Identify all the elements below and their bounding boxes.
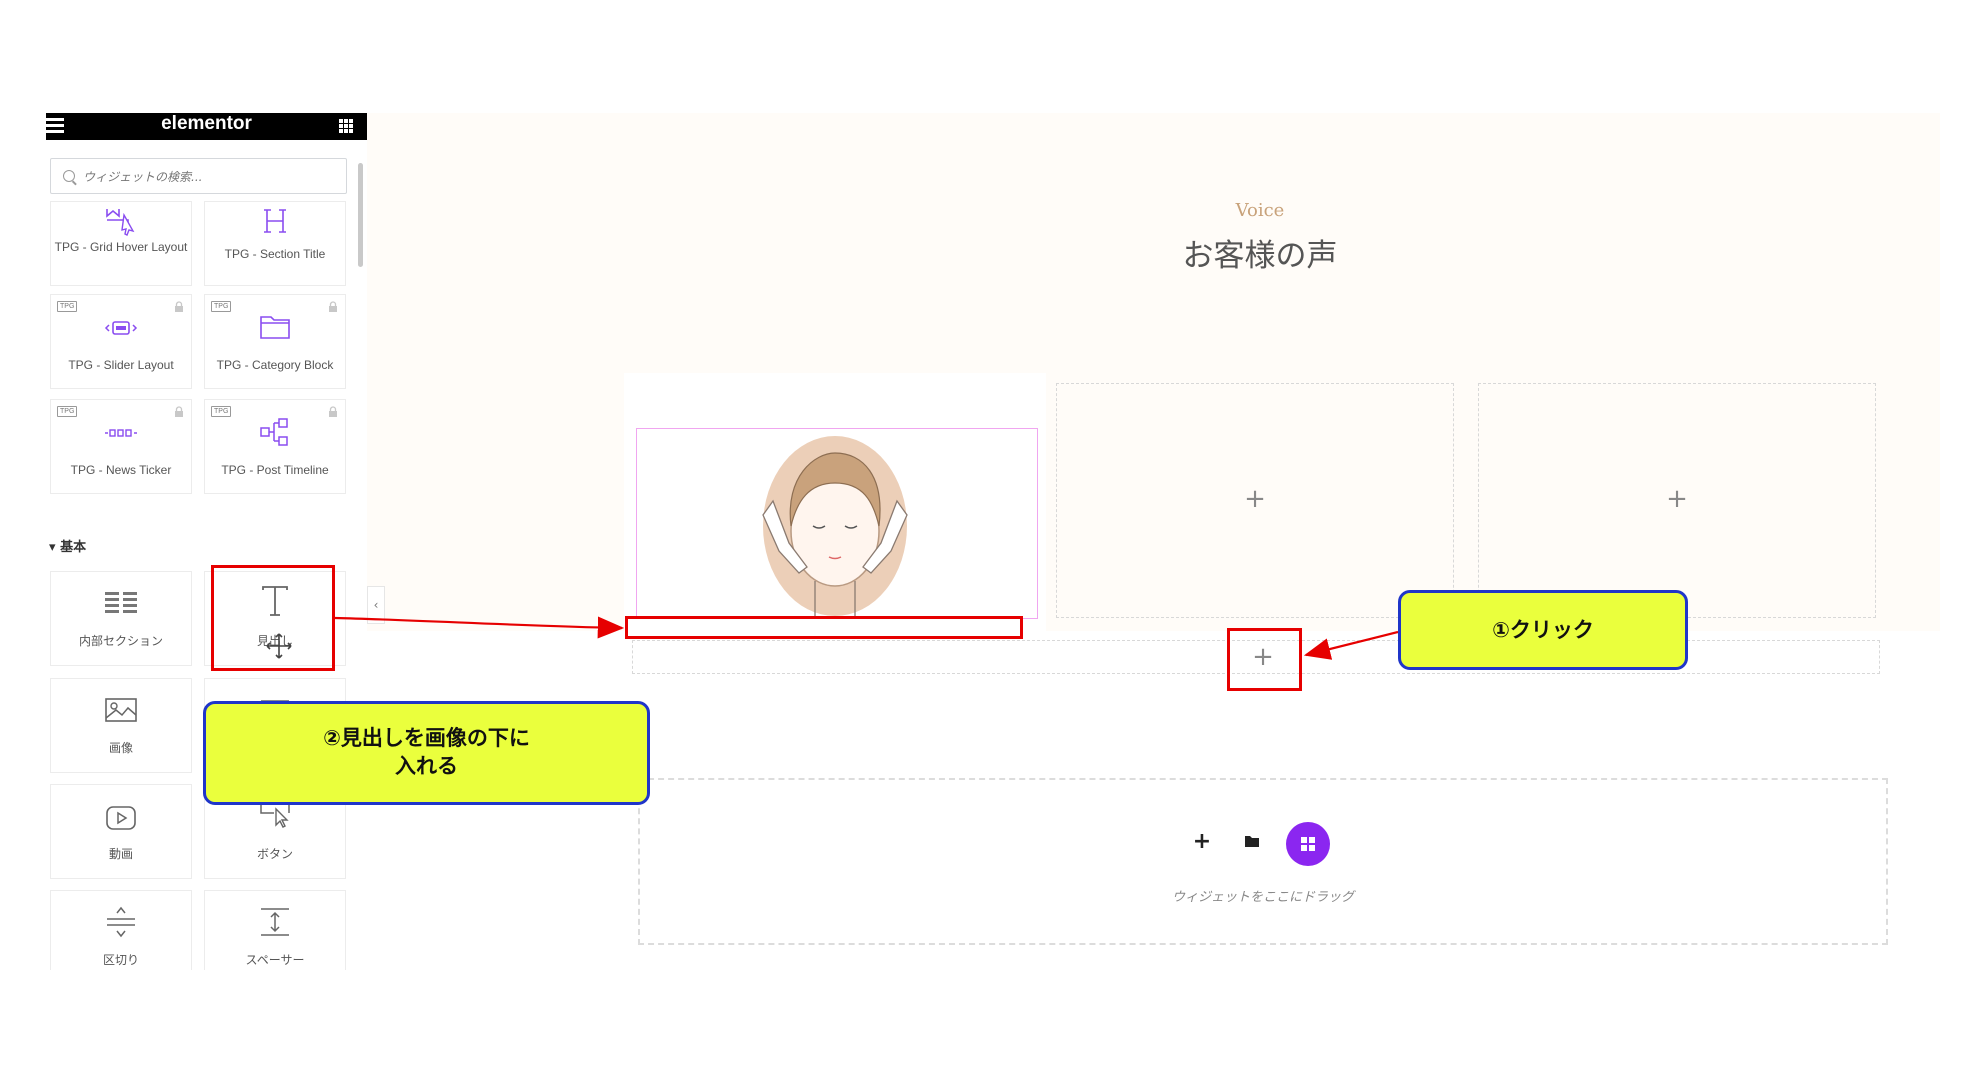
arrow-to-drop-target bbox=[334, 616, 625, 639]
callout-text: ①クリック bbox=[1492, 618, 1594, 642]
arrow-to-add-button bbox=[1303, 630, 1399, 660]
callout-step1: ①クリック bbox=[1398, 590, 1688, 670]
callout-step2: ②見出しを画像の下に 入れる bbox=[203, 701, 650, 805]
annotation-arrows bbox=[334, 616, 1399, 660]
callout-text-line1: ②見出しを画像の下に bbox=[323, 726, 530, 750]
callout-text-line2: 入れる bbox=[395, 754, 458, 778]
